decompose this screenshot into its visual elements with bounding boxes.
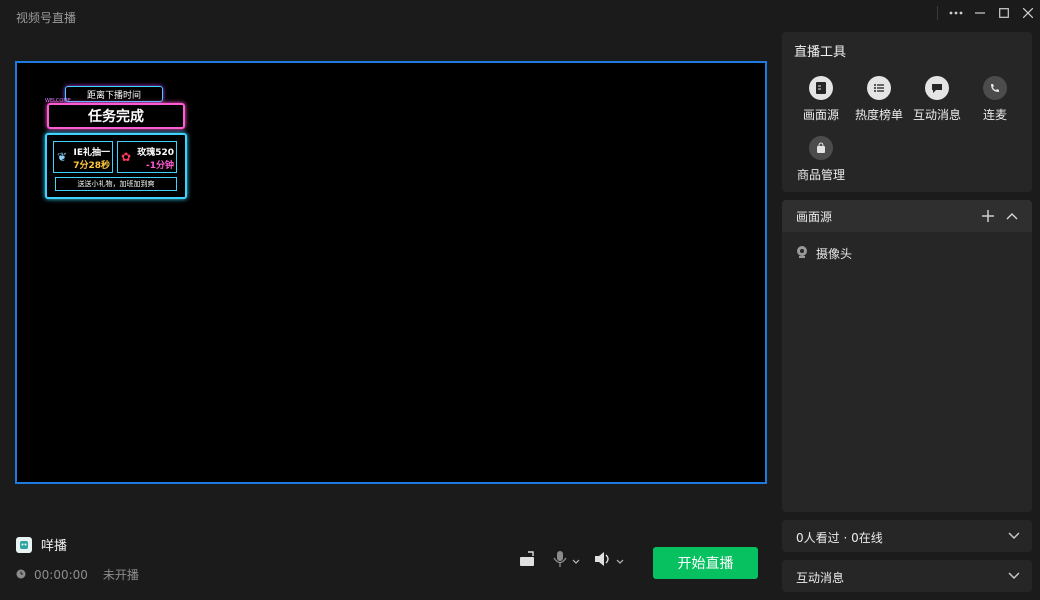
rose-icon: ✿	[121, 150, 132, 164]
viewers-panel[interactable]: 0人看过 · 0在线	[782, 520, 1032, 552]
title-bar: 视频号直播	[0, 0, 1040, 32]
tool-video-source[interactable]: 画面源	[791, 76, 851, 123]
tool-label: 互动消息	[912, 108, 961, 122]
tool-label: 画面源	[802, 108, 839, 122]
tool-co-host[interactable]: 连麦	[965, 76, 1025, 123]
more-icon[interactable]	[944, 1, 968, 25]
clock-icon	[16, 568, 26, 582]
live-preview-canvas[interactable]: WELCOME 距离下播时间 任务完成 ❦ IE礼抽一 7分28秒 ✿ 玫瑰52…	[15, 61, 767, 484]
start-live-button[interactable]: 开始直播	[653, 547, 758, 579]
microphone-icon	[552, 550, 568, 571]
overlay-gift-box: ❦ IE礼抽一 7分28秒 ✿ 玫瑰520 -1分钟 送送小礼物，加班加到爽	[45, 133, 187, 199]
webcam-icon	[796, 245, 808, 262]
messages-label: 互动消息	[796, 571, 845, 585]
tool-product-management[interactable]: 商品管理	[791, 136, 851, 183]
gift1-name: IE礼抽一	[73, 148, 111, 158]
microphone-button[interactable]	[552, 550, 580, 571]
tool-messages[interactable]: 互动消息	[907, 76, 967, 123]
chat-icon	[925, 76, 949, 100]
gift2-name: 玫瑰520	[137, 148, 174, 158]
source-item-label: 摄像头	[816, 247, 853, 261]
app-title: 视频号直播	[16, 11, 77, 25]
maximize-icon[interactable]	[992, 1, 1016, 25]
viewers-label: 0人看过 · 0在线	[796, 531, 883, 545]
account-info: 咩播 00:00:00 未开播	[16, 535, 139, 583]
tools-panel-title: 直播工具	[794, 45, 847, 60]
window-controls	[937, 0, 1040, 26]
account-name: 咩播	[41, 539, 68, 554]
speaker-button[interactable]	[594, 551, 624, 570]
speaker-icon	[594, 551, 612, 570]
tool-label: 连麦	[982, 108, 1007, 122]
gift2-time: -1分钟	[146, 161, 174, 171]
chevron-down-icon[interactable]	[616, 554, 624, 568]
live-status: 未开播	[102, 568, 139, 582]
live-controls	[518, 550, 638, 571]
source-panel-header: 画面源	[782, 200, 1032, 232]
countdown-overlay[interactable]: WELCOME 距离下播时间 任务完成 ❦ IE礼抽一 7分28秒 ✿ 玫瑰52…	[45, 83, 187, 203]
live-tools-panel: 直播工具 画面源 热度榜单 互动消息 连麦 商品管理	[782, 32, 1032, 192]
add-icon[interactable]	[978, 206, 998, 226]
phone-icon	[983, 76, 1007, 100]
butterfly-icon: ❦	[57, 150, 68, 164]
source-panel-title: 画面源	[796, 210, 833, 224]
tool-hot-ranking[interactable]: 热度榜单	[849, 76, 909, 123]
overlay-gift-cell-2: ✿ 玫瑰520 -1分钟	[117, 141, 177, 173]
rotate-screen-button[interactable]	[518, 550, 538, 571]
overlay-footer: 送送小礼物，加班加到爽	[55, 177, 177, 191]
close-icon[interactable]	[1016, 1, 1040, 25]
chevron-down-icon[interactable]	[572, 554, 580, 568]
list-icon	[867, 76, 891, 100]
tool-label: 商品管理	[796, 168, 845, 182]
gift1-time: 7分28秒	[73, 161, 110, 171]
live-duration: 00:00:00	[34, 567, 88, 582]
source-item-camera[interactable]: 摄像头	[796, 245, 852, 262]
window-separator	[937, 6, 938, 20]
video-source-panel: 画面源 摄像头	[782, 200, 1032, 512]
rotate-screen-icon	[518, 550, 538, 571]
tool-label: 热度榜单	[854, 108, 903, 122]
minimize-icon[interactable]	[968, 1, 992, 25]
bag-icon	[809, 136, 833, 160]
overlay-header: 距离下播时间	[65, 86, 163, 102]
overlay-task-title: 任务完成	[47, 103, 185, 129]
chevron-down-icon[interactable]	[1008, 529, 1020, 544]
overlay-gift-cell-1: ❦ IE礼抽一 7分28秒	[53, 141, 113, 173]
document-icon	[809, 76, 833, 100]
avatar	[16, 536, 32, 553]
chevron-up-icon[interactable]	[1002, 206, 1022, 226]
messages-panel[interactable]: 互动消息	[782, 560, 1032, 592]
chevron-down-icon[interactable]	[1008, 569, 1020, 584]
